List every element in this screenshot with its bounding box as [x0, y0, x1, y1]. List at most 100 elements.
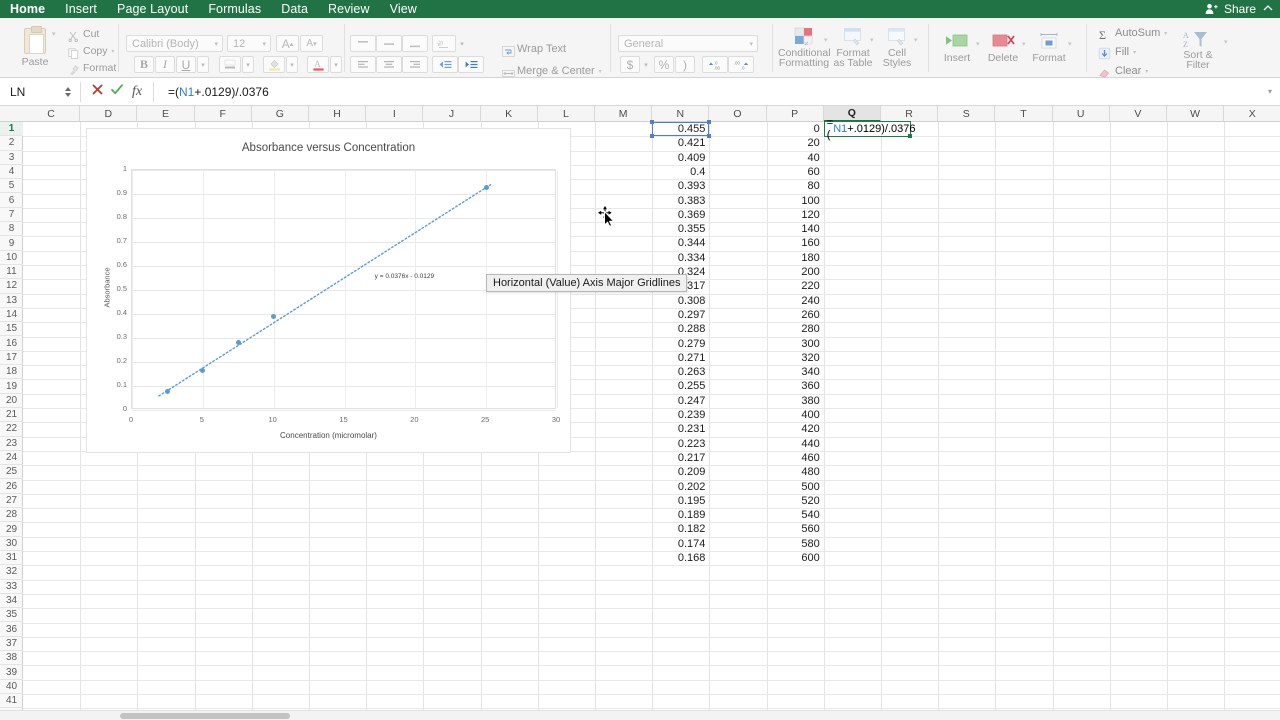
insert-function-icon[interactable]: fx — [127, 84, 147, 100]
row-header-18[interactable]: 18 — [0, 365, 23, 380]
cell-n22[interactable]: 0.231 — [652, 422, 709, 436]
row-header-39[interactable]: 39 — [0, 665, 23, 680]
cell-p25[interactable]: 480 — [767, 465, 824, 479]
column-header-v[interactable]: V — [1110, 106, 1167, 122]
cell-p24[interactable]: 460 — [767, 451, 824, 465]
cell-n23[interactable]: 0.223 — [652, 437, 709, 451]
tab-review[interactable]: Review — [318, 0, 380, 18]
sort-filter-button[interactable]: A Z Sort & Filter — [1170, 30, 1226, 70]
underline-button[interactable]: U — [176, 56, 196, 73]
row-header-4[interactable]: 4 — [0, 165, 23, 180]
align-bottom-button[interactable] — [402, 35, 428, 52]
format-cells-dropdown-arrow[interactable]: ▾ — [1068, 40, 1072, 48]
cell-n27[interactable]: 0.195 — [652, 494, 709, 508]
chart-data-point[interactable] — [483, 184, 489, 190]
cell-n15[interactable]: 0.288 — [652, 322, 709, 336]
cell-p2[interactable]: 20 — [767, 136, 824, 150]
horizontal-scrollbar-thumb[interactable] — [120, 713, 290, 719]
bold-button[interactable]: B — [134, 56, 154, 73]
cell-n25[interactable]: 0.209 — [652, 465, 709, 479]
merge-center-dropdown-arrow[interactable]: ▾ — [599, 68, 602, 75]
paste-button[interactable]: Paste — [14, 24, 56, 68]
cell-n7[interactable]: 0.369 — [652, 208, 709, 222]
grow-font-button[interactable]: A ▴ — [276, 35, 299, 52]
cell-p20[interactable]: 380 — [767, 394, 824, 408]
column-header-g[interactable]: G — [252, 106, 309, 122]
font-size-dropdown-arrow[interactable]: ▾ — [262, 40, 270, 48]
row-header-40[interactable]: 40 — [0, 680, 23, 694]
cell-p8[interactable]: 140 — [767, 222, 824, 236]
cell-p7[interactable]: 120 — [767, 208, 824, 222]
cell-p11[interactable]: 200 — [767, 265, 824, 279]
row-header-25[interactable]: 25 — [0, 465, 23, 480]
row-header-17[interactable]: 17 — [0, 351, 23, 366]
cell-p12[interactable]: 220 — [767, 279, 824, 293]
column-header-l[interactable]: L — [538, 106, 595, 122]
row-header-12[interactable]: 12 — [0, 279, 23, 294]
name-box-spinner[interactable] — [62, 86, 74, 97]
formula-bar-expand-icon[interactable]: ▾ — [1268, 87, 1272, 96]
clear-button[interactable]: Clear ▾ — [1098, 64, 1148, 78]
chart-data-point[interactable] — [164, 388, 170, 394]
cell-styles-button[interactable]: Cell Styles — [877, 26, 917, 68]
tab-insert[interactable]: Insert — [55, 0, 107, 18]
accept-check-icon[interactable] — [107, 83, 127, 100]
row-header-15[interactable]: 15 — [0, 322, 23, 337]
align-left-button[interactable] — [350, 56, 376, 73]
clear-dropdown-arrow[interactable]: ▾ — [1145, 68, 1148, 75]
horizontal-scrollbar[interactable] — [0, 710, 1280, 720]
row-header-33[interactable]: 33 — [0, 580, 23, 594]
format-painter-button[interactable]: Format — [68, 61, 116, 75]
cell-n10[interactable]: 0.334 — [652, 251, 709, 265]
percent-button[interactable]: % — [654, 56, 674, 73]
name-box[interactable]: LN — [0, 78, 62, 106]
row-header-5[interactable]: 5 — [0, 179, 23, 194]
cell-n17[interactable]: 0.271 — [652, 351, 709, 365]
row-header-11[interactable]: 11 — [0, 265, 23, 280]
align-center-button[interactable] — [376, 56, 402, 73]
italic-button[interactable]: I — [155, 56, 175, 73]
chart-gridline-horizontal[interactable] — [132, 410, 555, 411]
row-header-22[interactable]: 22 — [0, 422, 23, 437]
copy-dropdown-arrow[interactable]: ▾ — [112, 48, 115, 55]
align-middle-button[interactable] — [376, 35, 402, 52]
formula-input[interactable]: =(N1+.0129)/.0376 — [160, 85, 269, 99]
sort-filter-dropdown-arrow[interactable]: ▾ — [1224, 38, 1228, 46]
cell-n6[interactable]: 0.383 — [652, 194, 709, 208]
column-header-t[interactable]: T — [995, 106, 1053, 122]
row-header-3[interactable]: 3 — [0, 151, 23, 165]
row-header-8[interactable]: 8 — [0, 222, 23, 237]
column-header-k[interactable]: K — [481, 106, 538, 122]
cell-n5[interactable]: 0.393 — [652, 179, 709, 193]
cell-p28[interactable]: 540 — [767, 508, 824, 522]
cell-p21[interactable]: 400 — [767, 408, 824, 422]
chart-data-point[interactable] — [235, 339, 241, 345]
tab-view[interactable]: View — [380, 0, 427, 18]
format-cells-button[interactable]: Format — [1028, 32, 1070, 64]
number-format-dropdown-arrow[interactable]: ▾ — [749, 40, 757, 48]
cell-n14[interactable]: 0.297 — [652, 308, 709, 322]
font-name-combobox[interactable]: Calibri (Body) ▾ — [126, 35, 223, 52]
row-header-28[interactable]: 28 — [0, 508, 23, 523]
chart-y-axis-title[interactable]: Absorbance — [103, 252, 112, 324]
conditional-formatting-dropdown-arrow[interactable]: ▾ — [824, 36, 828, 44]
font-color-button[interactable]: A — [307, 56, 329, 73]
cell-n16[interactable]: 0.279 — [652, 337, 709, 351]
cell-p26[interactable]: 500 — [767, 480, 824, 494]
row-header-36[interactable]: 36 — [0, 623, 23, 637]
cell-p4[interactable]: 60 — [767, 165, 824, 179]
column-header-n[interactable]: N — [652, 106, 710, 122]
chart-trendline-equation[interactable]: y = 0.0376x - 0.0129 — [375, 273, 434, 280]
column-header-c[interactable]: C — [23, 106, 81, 122]
cell-p30[interactable]: 580 — [767, 537, 824, 551]
cut-button[interactable]: Cut — [68, 27, 99, 42]
shrink-font-button[interactable]: A ▾ — [300, 35, 323, 52]
delete-cells-dropdown-arrow[interactable]: ▾ — [1022, 40, 1026, 48]
copy-button[interactable]: Copy ▾ — [68, 44, 115, 59]
tab-home[interactable]: Home — [0, 0, 55, 18]
row-header-32[interactable]: 32 — [0, 565, 23, 580]
cell-n24[interactable]: 0.217 — [652, 451, 709, 465]
cell-p31[interactable]: 600 — [767, 551, 824, 565]
font-size-combobox[interactable]: 12 ▾ — [227, 35, 271, 52]
borders-button[interactable] — [219, 56, 241, 73]
